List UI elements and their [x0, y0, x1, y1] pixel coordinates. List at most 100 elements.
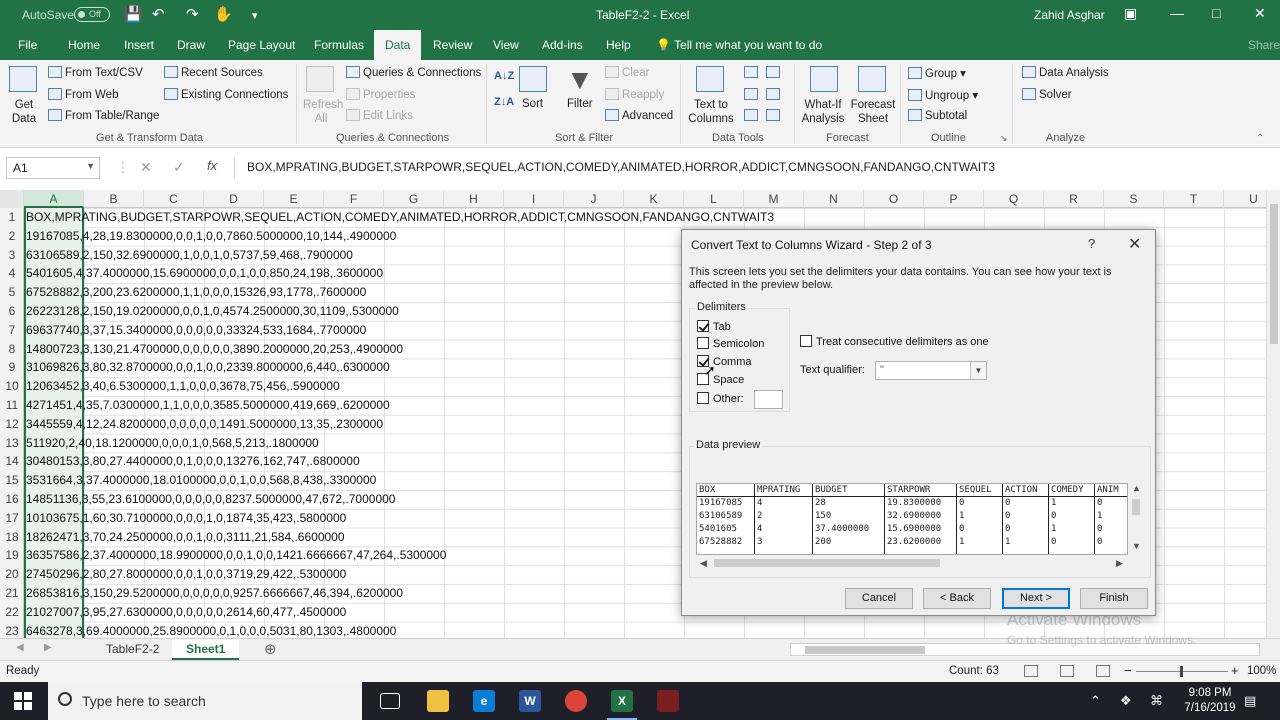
column-header-p[interactable]: P: [924, 190, 984, 208]
cell-a1[interactable]: BOX,MPRATING,BUDGET,STARPOWR,SEQUEL,ACTI…: [26, 208, 774, 227]
close-icon[interactable]: ✕: [1128, 234, 1141, 254]
row-header-21[interactable]: 21: [0, 584, 24, 603]
comma-checkbox-label[interactable]: Comma: [713, 356, 752, 368]
other-delimiter-input[interactable]: [754, 390, 783, 409]
zoom-out-icon[interactable]: −: [1124, 663, 1132, 678]
column-header-k[interactable]: K: [624, 190, 684, 208]
undo-icon[interactable]: ↶: [152, 5, 165, 23]
from-web-button[interactable]: From Web: [48, 88, 118, 101]
taskbar-search-box[interactable]: Type here to search: [48, 682, 362, 720]
user-name[interactable]: Zahid Asghar: [1034, 8, 1105, 22]
video-editor-icon[interactable]: [657, 690, 679, 712]
scroll-thumb[interactable]: [1270, 204, 1278, 344]
name-box[interactable]: A1 ▼: [6, 157, 100, 179]
cell-a15[interactable]: 3531664,3,37.4000000,18.0100000,0,0,1,0,…: [26, 471, 376, 490]
from-table-button[interactable]: From Table/Range: [48, 109, 159, 122]
tab-formulas[interactable]: Formulas: [314, 38, 364, 52]
column-header-n[interactable]: N: [804, 190, 864, 208]
back-button[interactable]: < Back: [923, 588, 991, 609]
advanced-filter-button[interactable]: Advanced: [605, 109, 673, 122]
column-header-s[interactable]: S: [1104, 190, 1164, 208]
windows-start-icon[interactable]: [14, 692, 32, 710]
normal-view-icon[interactable]: [1024, 665, 1038, 677]
sort-button[interactable]: Sort: [522, 98, 543, 110]
tab-view[interactable]: View: [493, 38, 519, 52]
consecutive-delimiters-label[interactable]: Treat consecutive delimiters as one: [816, 336, 989, 348]
cell-a18[interactable]: 18262471,3,70,24.2500000,0,0,1,0,0,3111,…: [26, 528, 345, 547]
column-header-l[interactable]: L: [684, 190, 744, 208]
cell-a3[interactable]: 63106589,2,150,32.6900000,1,0,0,1,0,5737…: [26, 246, 353, 265]
sort-az-icon[interactable]: A↓Z: [494, 70, 514, 82]
preview-vertical-scrollbar[interactable]: ▲ ▼: [1128, 483, 1144, 555]
preview-column[interactable]: MPRATING 4 2 4 3: [755, 484, 813, 554]
vertical-scrollbar[interactable]: [1266, 190, 1280, 638]
tab-file[interactable]: File: [18, 38, 37, 52]
task-view-icon[interactable]: [380, 693, 400, 709]
scroll-left-icon[interactable]: ◀: [700, 558, 707, 569]
cell-a19[interactable]: 36357586,2,37.4000000,18.9900000,0,0,1,0…: [26, 546, 446, 565]
row-header-15[interactable]: 15: [0, 471, 24, 490]
show-hidden-icons-icon[interactable]: ⌃: [1090, 693, 1101, 709]
zoom-level[interactable]: 100%: [1247, 665, 1276, 677]
row-header-19[interactable]: 19: [0, 546, 24, 565]
what-if-analysis-button[interactable]: What-If Analysis: [798, 98, 848, 126]
tab-home[interactable]: Home: [68, 38, 100, 52]
row-header-9[interactable]: 9: [0, 358, 24, 377]
minimize-icon[interactable]: —: [1170, 5, 1184, 21]
redo-icon[interactable]: ↷: [186, 5, 199, 23]
cell-a10[interactable]: 12063452,3,40,6.5300000,1,1,0,0,0,3678,7…: [26, 377, 340, 396]
cell-a7[interactable]: 69637740,3,37,15.3400000,0,0,0,0,0,33324…: [26, 321, 366, 340]
cancel-button[interactable]: Cancel: [845, 588, 913, 609]
row-header-5[interactable]: 5: [0, 283, 24, 302]
new-sheet-icon[interactable]: ⊕: [264, 640, 277, 658]
row-header-17[interactable]: 17: [0, 509, 24, 528]
preview-column[interactable]: STARPOWR 19.8300000 32.6900000 15.6900000 23…: [885, 484, 957, 554]
row-header-7[interactable]: 7: [0, 321, 24, 340]
filter-button[interactable]: Filter: [567, 98, 593, 110]
clear-button[interactable]: Clear: [605, 66, 649, 79]
scroll-tabs-left-icon[interactable]: ◀: [16, 642, 24, 653]
tab-page-layout[interactable]: Page Layout: [228, 38, 295, 52]
cell-a22[interactable]: 21027007,3,95,27.6300000,0,0,0,0,0,2614,…: [26, 603, 346, 622]
semicolon-checkbox-label[interactable]: Semicolon: [713, 338, 764, 350]
column-header-r[interactable]: R: [1044, 190, 1104, 208]
cell-a9[interactable]: 31069826,3,80,32.8700000,0,0,1,0,0,2339.…: [26, 358, 390, 377]
preview-column[interactable]: BUDGET 28 150 37.4000000 200: [813, 484, 885, 554]
row-header-11[interactable]: 11: [0, 396, 24, 415]
edit-links-button[interactable]: Edit Links: [346, 109, 413, 122]
tab-data[interactable]: Data: [374, 30, 422, 60]
maximize-icon[interactable]: □: [1212, 5, 1220, 21]
get-data-button[interactable]: Get Data: [6, 98, 42, 126]
row-header-1[interactable]: 1: [0, 208, 24, 227]
cell-a16[interactable]: 14851136,3,55,23.6100000,0,0,0,0,0,8237.…: [26, 490, 395, 509]
row-header-2[interactable]: 2: [0, 227, 24, 246]
preview-column[interactable]: ACTION 0 0 0 1: [1003, 484, 1049, 554]
cell-a17[interactable]: 10103675,1,60,30.7100000,0,0,0,1,0,1874,…: [26, 509, 346, 528]
row-header-13[interactable]: 13: [0, 434, 24, 453]
cell-a8[interactable]: 14800723,3,130,21.4700000,0,0,0,0,0,3890…: [26, 340, 403, 359]
tab-insert[interactable]: Insert: [124, 38, 154, 52]
row-header-22[interactable]: 22: [0, 603, 24, 622]
tab-review[interactable]: Review: [433, 38, 472, 52]
zoom-slider-knob[interactable]: [1180, 666, 1183, 677]
row-header-16[interactable]: 16: [0, 490, 24, 509]
preview-horizontal-scrollbar[interactable]: ◀ ▶: [696, 555, 1128, 571]
confirm-entry-icon[interactable]: ✓: [173, 159, 185, 176]
help-icon[interactable]: ?: [1088, 236, 1095, 251]
share-button[interactable]: Share: [1248, 38, 1280, 52]
ribbon-display-icon[interactable]: ▣: [1124, 5, 1137, 22]
other-checkbox-label[interactable]: Other:: [713, 393, 744, 405]
cancel-entry-icon[interactable]: ✕: [140, 159, 152, 176]
cell-a4[interactable]: 5401605,4,37.4000000,15.6900000,0,0,1,0,…: [26, 264, 383, 283]
remove-duplicates-icon[interactable]: [744, 88, 761, 101]
text-to-columns-button[interactable]: Text to Columns: [686, 98, 736, 126]
column-header-e[interactable]: E: [264, 190, 324, 208]
insert-function-icon[interactable]: fx: [207, 158, 217, 173]
row-header-20[interactable]: 20: [0, 565, 24, 584]
outline-launcher-icon[interactable]: ↘: [1000, 133, 1008, 144]
data-analysis-button[interactable]: Data Analysis: [1022, 66, 1109, 79]
sort-za-icon[interactable]: Z↓A: [494, 96, 514, 108]
scroll-thumb[interactable]: [714, 559, 940, 567]
column-header-d[interactable]: D: [204, 190, 264, 208]
data-preview-table[interactable]: BOX 19167085 63106589 5401605 67528882 MPRATI…: [696, 483, 1128, 555]
